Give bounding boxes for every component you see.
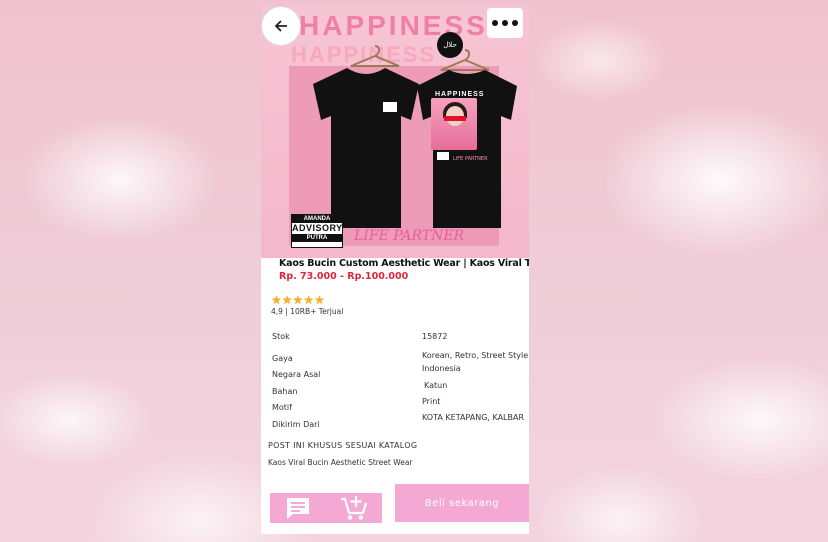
parental-advisory-mini-icon	[437, 152, 449, 160]
star-icon: ★	[303, 293, 315, 307]
catalog-title: POST INI KHUSUS SESUAI KATALOG	[268, 441, 418, 450]
parental-advisory-small-icon	[383, 102, 397, 112]
tshirt-front-image	[313, 68, 419, 228]
spec-value-motif: Print	[422, 397, 441, 406]
spec-label-negara: Negara Asal	[272, 370, 321, 379]
star-icon: ★	[271, 293, 282, 307]
add-cart-icon	[341, 496, 368, 520]
buy-now-button[interactable]: Beli sekarang	[395, 484, 529, 522]
star-icon: ★	[292, 293, 304, 307]
spec-value-stok: 15872	[422, 332, 448, 341]
chat-icon	[287, 498, 309, 519]
product-price: Rp. 73.000 - Rp.100.000	[279, 271, 409, 282]
star-icon: ★	[281, 293, 293, 307]
spec-value-bahan: Katun	[424, 381, 448, 390]
halal-badge-icon: حلال	[437, 32, 463, 58]
print-censor-bar	[444, 116, 466, 121]
back-button[interactable]	[261, 6, 301, 46]
product-title: Kaos Bucin Custom Aesthetic Wear | Kaos …	[279, 258, 529, 269]
spec-label-motif: Motif	[272, 403, 292, 412]
more-options-button[interactable]	[487, 8, 523, 38]
advisory-label: AMANDA ADVISORY PUTRA	[291, 214, 343, 248]
spec-value-gaya: Korean, Retro, Street Style	[422, 351, 529, 360]
advisory-top-text: AMANDA	[292, 215, 342, 223]
spec-value-negara: Indonesia	[422, 364, 461, 373]
print-tagline: LIFE PARTNER	[453, 156, 488, 162]
star-icon: ★	[314, 293, 325, 307]
add-to-cart-button[interactable]	[337, 493, 371, 523]
product-page: HAPPINESS HAPPINESS HAPPINESS LIFE PARTN…	[261, 6, 529, 534]
spec-label-dikirim: Dikirim Dari	[272, 420, 320, 429]
spec-label-stok: Stok	[272, 332, 290, 341]
spec-value-dikirim: KOTA KETAPANG, KALBAR	[422, 413, 525, 422]
arrow-left-icon	[274, 20, 287, 32]
more-dots-icon	[492, 20, 518, 26]
product-image[interactable]: HAPPINESS HAPPINESS HAPPINESS LIFE PARTN…	[261, 6, 529, 258]
print-title: HAPPINESS	[435, 91, 485, 98]
action-bar	[270, 493, 382, 523]
hero-tagline: LIFE PARTNER	[354, 228, 465, 244]
advisory-bottom-text: PUTRA	[292, 234, 342, 242]
spec-label-gaya: Gaya	[272, 354, 293, 363]
rating-text: 4,9 | 10RB+ Terjual	[271, 307, 344, 316]
chat-button[interactable]	[281, 493, 315, 523]
catalog-description: Kaos Viral Bucin Aesthetic Street Wear	[268, 458, 413, 467]
advisory-mid-text: ADVISORY	[292, 223, 343, 233]
spec-label-bahan: Bahan	[272, 387, 298, 396]
rating-stars: ★ ★ ★ ★ ★	[271, 294, 325, 306]
